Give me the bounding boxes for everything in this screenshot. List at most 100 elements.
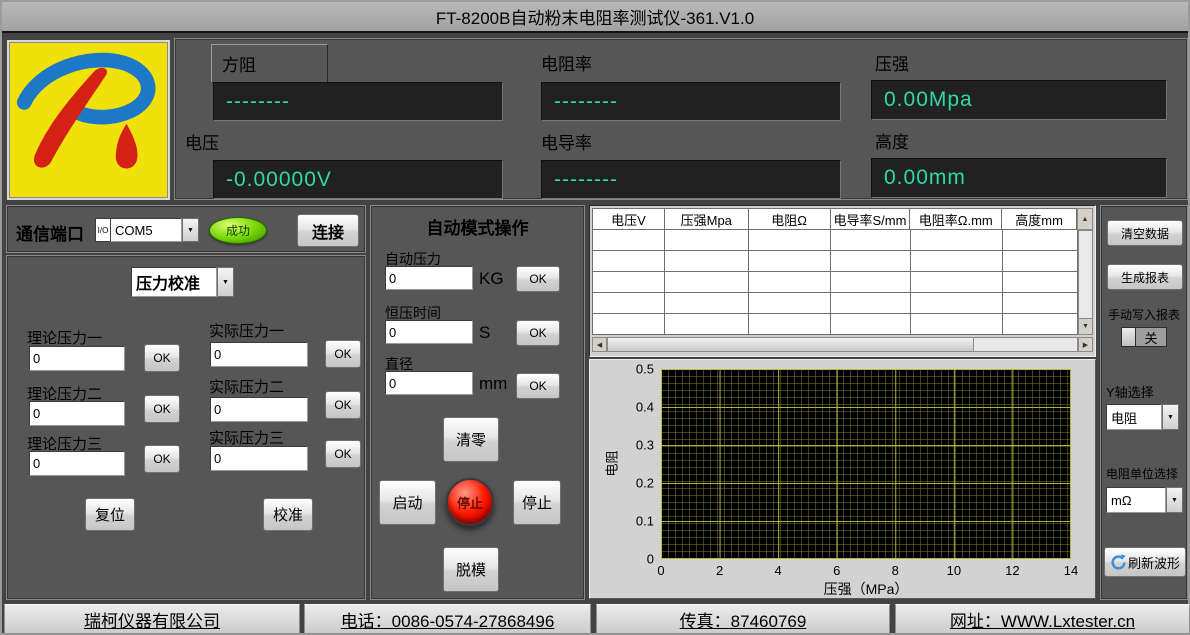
- diameter-input[interactable]: [385, 371, 473, 395]
- table-scroll-right-icon[interactable]: ▶: [1078, 337, 1093, 352]
- auto-pressure-input[interactable]: [385, 266, 473, 290]
- theory-pressure3-ok-button[interactable]: OK: [144, 445, 180, 473]
- table-hscroll-track[interactable]: [607, 337, 1078, 352]
- table-cell[interactable]: [1003, 314, 1078, 335]
- resistivity-label: 电阻率: [541, 50, 592, 75]
- table-cell[interactable]: [665, 272, 749, 293]
- theory-pressure2-ok-button[interactable]: OK: [144, 395, 180, 423]
- unit-value[interactable]: mΩ: [1106, 487, 1166, 513]
- theory-pressure1-label: 理论压力一: [27, 327, 102, 348]
- table-cell[interactable]: [911, 230, 1003, 251]
- table-cell[interactable]: [911, 314, 1003, 335]
- brand-logo-art: [9, 42, 168, 198]
- theory-pressure2-input[interactable]: [29, 401, 125, 426]
- table-cell[interactable]: [831, 293, 911, 314]
- conductivity-value: --------: [541, 160, 841, 199]
- table-scroll-left-icon[interactable]: ◀: [592, 337, 607, 352]
- clear-zero-button[interactable]: 清零: [443, 417, 499, 462]
- table-cell[interactable]: [592, 230, 665, 251]
- table-cell[interactable]: [831, 272, 911, 293]
- table-cell[interactable]: [911, 272, 1003, 293]
- actual-pressure1-input[interactable]: [210, 342, 308, 367]
- com-port-value[interactable]: COM5: [110, 218, 182, 242]
- table-hscroll-thumb[interactable]: [608, 338, 974, 351]
- actual-pressure3-input[interactable]: [210, 446, 308, 471]
- table-cell[interactable]: [1003, 272, 1078, 293]
- table-cell[interactable]: [749, 293, 831, 314]
- footer-phone: 电话：0086-0574-27868496: [304, 604, 591, 634]
- resistivity-value: --------: [541, 82, 841, 121]
- com-port-dropdown-arrow-icon[interactable]: ▼: [182, 218, 199, 242]
- table-cell[interactable]: [592, 251, 665, 272]
- table-cell[interactable]: [831, 251, 911, 272]
- calibrate-button[interactable]: 校准: [263, 498, 313, 531]
- reset-button[interactable]: 复位: [85, 498, 135, 531]
- clear-data-button[interactable]: 清空数据: [1107, 220, 1183, 246]
- y-tick: 0.1: [636, 514, 654, 529]
- table-row[interactable]: [592, 293, 1078, 314]
- y-axis-value[interactable]: 电阻: [1106, 404, 1162, 430]
- table-cell[interactable]: [749, 272, 831, 293]
- table-scroll-down-icon[interactable]: ▼: [1079, 318, 1092, 334]
- calibration-panel: 压力校准 ▼ 理论压力一 OK 实际压力一 OK 理论压力二 OK 实际压力二 …: [6, 255, 366, 600]
- theory-pressure3-input[interactable]: [29, 451, 125, 476]
- table-hscrollbar[interactable]: ◀ ▶: [592, 337, 1093, 352]
- generate-report-button[interactable]: 生成报表: [1107, 264, 1183, 290]
- table-body: ▼: [592, 230, 1093, 335]
- diameter-ok-button[interactable]: OK: [516, 373, 560, 399]
- table-cell[interactable]: [665, 251, 749, 272]
- refresh-wave-button[interactable]: 刷新波形: [1104, 547, 1186, 577]
- unit-selector[interactable]: mΩ ▼: [1106, 487, 1183, 513]
- title-bar: FT-8200B自动粉末电阻率测试仪-361.V1.0: [2, 2, 1188, 33]
- table-cell[interactable]: [831, 314, 911, 335]
- calibration-mode-dropdown-arrow-icon[interactable]: ▼: [217, 267, 234, 297]
- table-cell[interactable]: [1003, 230, 1078, 251]
- manual-report-state[interactable]: 关: [1136, 328, 1166, 346]
- actual-pressure2-input[interactable]: [210, 397, 308, 422]
- calibration-mode-selector[interactable]: 压力校准 ▼: [131, 267, 234, 297]
- demold-button[interactable]: 脱模: [443, 547, 499, 592]
- table-cell[interactable]: [749, 314, 831, 335]
- connect-button[interactable]: 连接: [297, 214, 359, 247]
- table-row[interactable]: [592, 272, 1078, 293]
- stop-button[interactable]: 停止: [513, 480, 561, 525]
- theory-pressure1-ok-button[interactable]: OK: [144, 344, 180, 372]
- footer-fax: 传真：87460769: [596, 604, 890, 634]
- table-cell[interactable]: [911, 293, 1003, 314]
- table-cell[interactable]: [592, 293, 665, 314]
- y-axis-selector[interactable]: 电阻 ▼: [1106, 404, 1179, 430]
- table-row[interactable]: [592, 314, 1078, 335]
- hold-time-input[interactable]: [385, 320, 473, 344]
- actual-pressure2-ok-button[interactable]: OK: [325, 391, 361, 419]
- table-row[interactable]: [592, 230, 1078, 251]
- table-cell[interactable]: [665, 230, 749, 251]
- table-cell[interactable]: [911, 251, 1003, 272]
- toggle-knob[interactable]: [1122, 328, 1136, 346]
- calibration-mode-value[interactable]: 压力校准: [131, 267, 217, 297]
- actual-pressure3-ok-button[interactable]: OK: [325, 440, 361, 468]
- hold-time-ok-button[interactable]: OK: [516, 320, 560, 346]
- table-cell[interactable]: [1003, 251, 1078, 272]
- table-scroll-up-icon[interactable]: ▲: [1077, 208, 1093, 230]
- manual-report-toggle[interactable]: 关: [1121, 327, 1167, 347]
- start-button[interactable]: 启动: [379, 480, 436, 525]
- table-cell[interactable]: [749, 230, 831, 251]
- table-cell[interactable]: [831, 230, 911, 251]
- table-row[interactable]: [592, 251, 1078, 272]
- com-port-selector[interactable]: I/O COM5 ▼: [95, 218, 199, 242]
- status-led-label: 成功: [226, 222, 250, 239]
- x-tick: 8: [892, 563, 899, 578]
- table-vscrollbar[interactable]: ▼: [1078, 230, 1093, 335]
- auto-pressure-ok-button[interactable]: OK: [516, 266, 560, 292]
- table-cell[interactable]: [665, 293, 749, 314]
- emergency-stop-button[interactable]: 停止: [446, 478, 494, 526]
- theory-pressure1-input[interactable]: [29, 346, 125, 371]
- table-cell[interactable]: [665, 314, 749, 335]
- y-axis-dropdown-arrow-icon[interactable]: ▼: [1162, 404, 1179, 430]
- table-cell[interactable]: [1003, 293, 1078, 314]
- table-cell[interactable]: [749, 251, 831, 272]
- table-cell[interactable]: [592, 272, 665, 293]
- actual-pressure1-ok-button[interactable]: OK: [325, 340, 361, 368]
- unit-dropdown-arrow-icon[interactable]: ▼: [1166, 487, 1183, 513]
- table-cell[interactable]: [592, 314, 665, 335]
